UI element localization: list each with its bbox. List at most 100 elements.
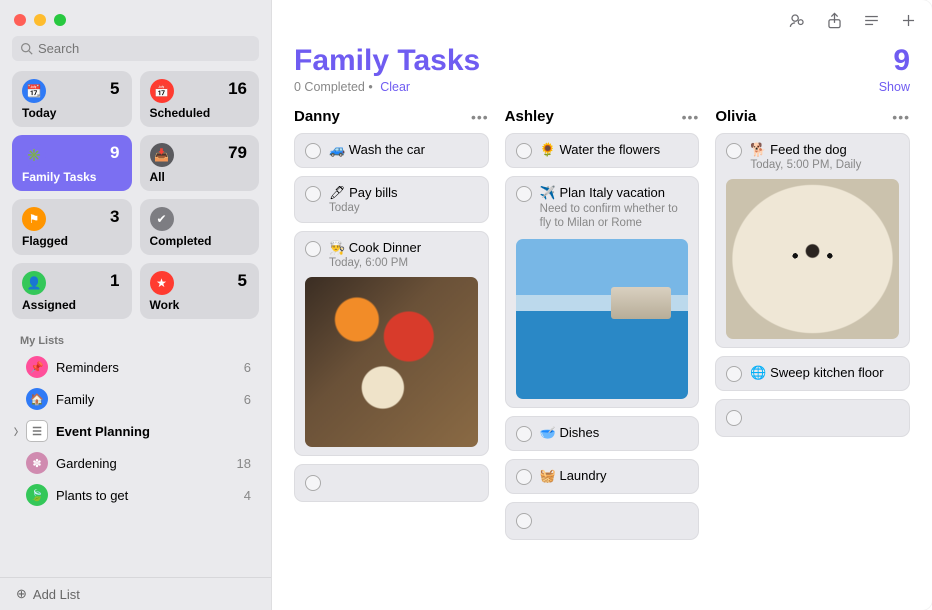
new-task-placeholder[interactable] xyxy=(505,502,700,540)
flagged-icon: ⚑ xyxy=(22,207,46,231)
list-name: Family xyxy=(56,392,244,407)
task-card[interactable]: ✈️ Plan Italy vacationNeed to confirm wh… xyxy=(505,176,700,408)
zoom-window[interactable] xyxy=(54,14,66,26)
list-event-planning[interactable]: 〉☰ Event Planning xyxy=(0,415,271,447)
list-name: Event Planning xyxy=(56,424,251,439)
column-menu-icon[interactable]: ••• xyxy=(471,109,489,125)
task-checkbox[interactable] xyxy=(516,469,532,485)
task-title[interactable]: 🌐 Sweep kitchen floor xyxy=(750,365,899,381)
clear-button[interactable]: Clear xyxy=(380,80,410,94)
list-count: 6 xyxy=(244,392,251,407)
task-image[interactable] xyxy=(516,239,689,399)
list-icon: 🏠 xyxy=(26,388,48,410)
smart-family[interactable]: ✳️9Family Tasks xyxy=(12,135,132,191)
list-icon: 🍃 xyxy=(26,484,48,506)
task-meta: Today, 6:00 PM xyxy=(329,257,478,269)
new-task-placeholder[interactable] xyxy=(715,399,910,437)
task-title[interactable]: 🖊 Pay bills xyxy=(329,185,478,201)
smart-label: Work xyxy=(150,298,250,312)
add-reminder-icon[interactable] xyxy=(899,11,918,33)
smart-count: 9 xyxy=(110,143,119,163)
list-count: 9 xyxy=(893,44,910,78)
smart-assigned[interactable]: 👤1Assigned xyxy=(12,263,132,319)
sidebar: 📆5Today📅16Scheduled✳️9Family Tasks📥79All… xyxy=(0,0,272,610)
close-window[interactable] xyxy=(14,14,26,26)
task-checkbox[interactable] xyxy=(516,426,532,442)
list-gardening[interactable]: ✽Gardening18 xyxy=(0,447,271,479)
task-title[interactable]: 🥣 Dishes xyxy=(540,425,689,441)
task-card[interactable]: 🌻 Water the flowers xyxy=(505,133,700,168)
search-input[interactable] xyxy=(38,41,251,56)
list-icon: 📌 xyxy=(26,356,48,378)
column-danny: Danny ••• 🚙 Wash the car 🖊 Pay billsToday 👨‍… xyxy=(294,108,489,548)
collaborate-icon[interactable] xyxy=(788,11,807,33)
main-panel: Family Tasks 9 0 Completed • Clear Show … xyxy=(272,0,932,610)
smart-label: Assigned xyxy=(22,298,122,312)
completed-icon: ✔ xyxy=(150,207,174,231)
task-checkbox[interactable] xyxy=(305,475,321,491)
family-icon: ✳️ xyxy=(22,143,46,167)
smart-completed[interactable]: ✔Completed xyxy=(140,199,260,255)
task-title[interactable]: 🧺 Laundry xyxy=(540,468,689,484)
minimize-window[interactable] xyxy=(34,14,46,26)
task-title[interactable]: 👨‍🍳 Cook Dinner xyxy=(329,240,478,256)
window-controls xyxy=(0,0,271,36)
task-card[interactable]: 🌐 Sweep kitchen floor xyxy=(715,356,910,391)
task-image[interactable] xyxy=(726,179,899,339)
task-card[interactable]: 🚙 Wash the car xyxy=(294,133,489,168)
show-button[interactable]: Show xyxy=(879,80,910,94)
share-icon[interactable] xyxy=(825,11,844,33)
task-image[interactable] xyxy=(305,277,478,447)
task-checkbox[interactable] xyxy=(726,143,742,159)
column-name: Danny xyxy=(294,108,340,125)
task-checkbox[interactable] xyxy=(516,513,532,529)
smart-scheduled[interactable]: 📅16Scheduled xyxy=(140,71,260,127)
column-name: Ashley xyxy=(505,108,554,125)
lists-section-header: My Lists xyxy=(0,331,271,351)
add-list-button[interactable]: ⊕ Add List xyxy=(0,577,271,610)
task-checkbox[interactable] xyxy=(305,143,321,159)
toolbar xyxy=(272,0,932,44)
column-menu-icon[interactable]: ••• xyxy=(892,109,910,125)
smart-label: All xyxy=(150,170,250,184)
chevron-right-icon: 〉 xyxy=(14,425,24,438)
list-icon: ☰ xyxy=(26,420,48,442)
column-ashley: Ashley ••• 🌻 Water the flowers ✈️ Plan Ital… xyxy=(505,108,700,548)
task-title[interactable]: 🌻 Water the flowers xyxy=(540,142,689,158)
smart-count: 5 xyxy=(110,79,119,99)
task-title[interactable]: 🐕 Feed the dog xyxy=(750,142,899,158)
task-card[interactable]: 🐕 Feed the dogToday, 5:00 PM, Daily xyxy=(715,133,910,348)
task-meta: Today, 5:00 PM, Daily xyxy=(750,159,899,171)
task-card[interactable]: 👨‍🍳 Cook DinnerToday, 6:00 PM xyxy=(294,231,489,456)
list-plants-to-get[interactable]: 🍃Plants to get4 xyxy=(0,479,271,511)
list-family[interactable]: 🏠 Family6 xyxy=(0,383,271,415)
task-card[interactable]: 🧺 Laundry xyxy=(505,459,700,494)
search-icon xyxy=(20,42,33,55)
smart-count: 79 xyxy=(228,143,247,163)
assigned-icon: 👤 xyxy=(22,271,46,295)
smart-work[interactable]: ★5Work xyxy=(140,263,260,319)
smart-label: Today xyxy=(22,106,122,120)
task-checkbox[interactable] xyxy=(726,366,742,382)
task-checkbox[interactable] xyxy=(726,410,742,426)
list-count: 6 xyxy=(244,360,251,375)
task-checkbox[interactable] xyxy=(516,186,532,202)
all-icon: 📥 xyxy=(150,143,174,167)
smart-today[interactable]: 📆5Today xyxy=(12,71,132,127)
smart-flagged[interactable]: ⚑3Flagged xyxy=(12,199,132,255)
scheduled-icon: 📅 xyxy=(150,79,174,103)
task-checkbox[interactable] xyxy=(305,241,321,257)
search-field[interactable] xyxy=(12,36,259,61)
column-menu-icon[interactable]: ••• xyxy=(682,109,700,125)
task-title[interactable]: ✈️ Plan Italy vacation xyxy=(540,185,689,201)
new-task-placeholder[interactable] xyxy=(294,464,489,502)
task-title[interactable]: 🚙 Wash the car xyxy=(329,142,478,158)
task-checkbox[interactable] xyxy=(516,143,532,159)
smart-all[interactable]: 📥 79 All xyxy=(140,135,260,191)
view-options-icon[interactable] xyxy=(862,11,881,33)
task-card[interactable]: 🥣 Dishes xyxy=(505,416,700,451)
list-reminders[interactable]: 📌Reminders6 xyxy=(0,351,271,383)
list-name: Gardening xyxy=(56,456,237,471)
task-checkbox[interactable] xyxy=(305,186,321,202)
task-card[interactable]: 🖊 Pay billsToday xyxy=(294,176,489,223)
